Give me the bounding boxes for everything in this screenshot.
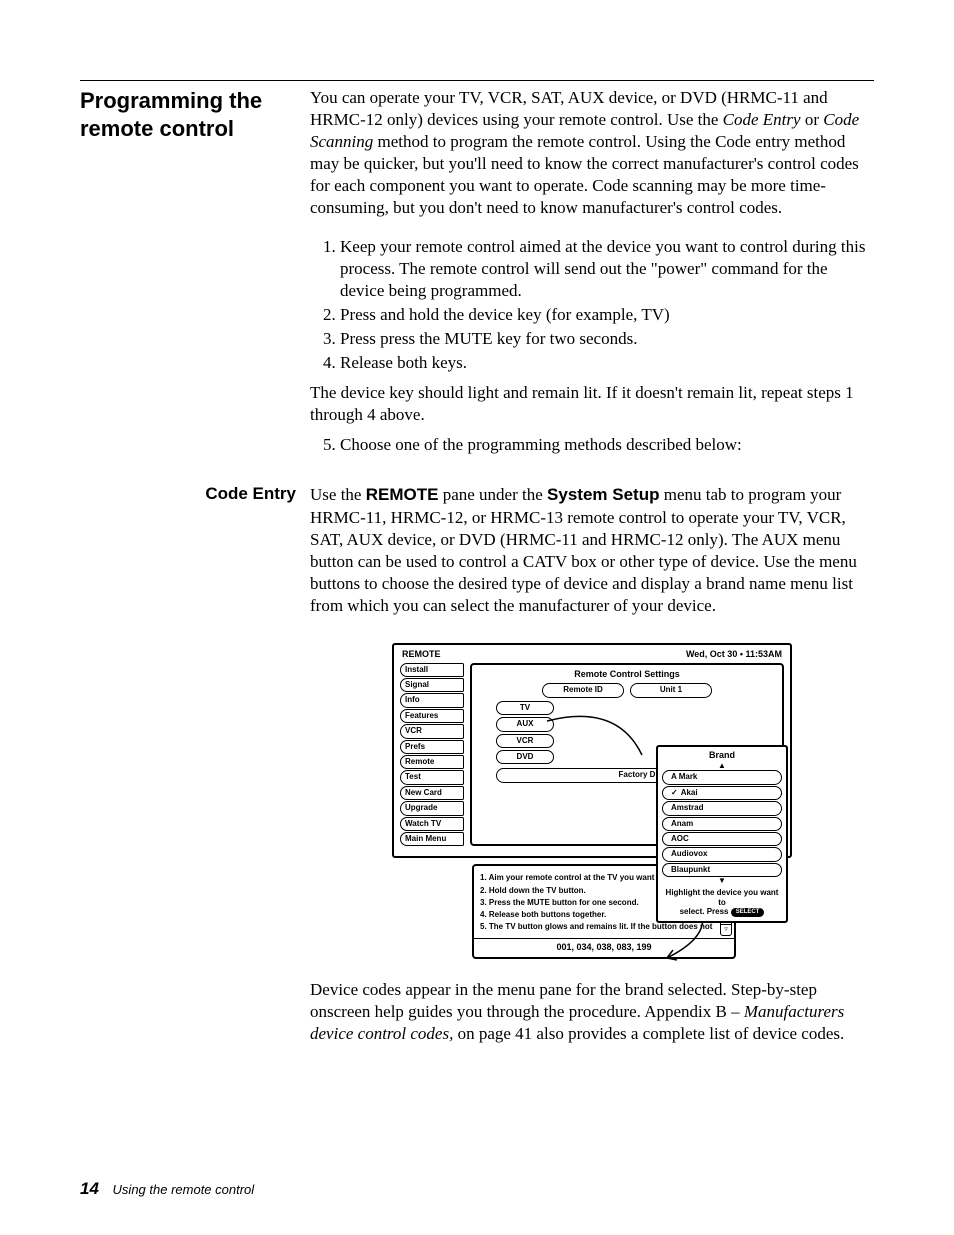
check-icon: ✓ <box>671 788 678 798</box>
brand-item[interactable]: Audiovox <box>662 847 782 861</box>
diagram-header-right: Wed, Oct 30 • 11:53AM <box>686 649 782 661</box>
remote-id-label: Remote ID <box>542 683 624 697</box>
ce-text: pane under the <box>438 485 547 504</box>
side-tab[interactable]: Prefs <box>400 740 464 754</box>
scroll-up-icon[interactable]: ▲ <box>662 763 782 769</box>
remote-id-value[interactable]: Unit 1 <box>630 683 712 697</box>
diagram-side-tabs: Install Signal Info Features VCR Prefs R… <box>400 663 464 847</box>
section-heading: Programming the remote control <box>80 87 300 142</box>
side-tab[interactable]: Features <box>400 709 464 723</box>
remote-setup-diagram: REMOTE Wed, Oct 30 • 11:53AM Install Sig… <box>310 643 874 959</box>
scroll-down-icon[interactable]: ▿ <box>721 924 731 935</box>
intro-paragraph: You can operate your TV, VCR, SAT, AUX d… <box>310 87 874 220</box>
brand-item[interactable]: Blaupunkt <box>662 863 782 877</box>
callout-arrow-icon <box>547 713 657 773</box>
code-entry-paragraph: Use the REMOTE pane under the System Set… <box>310 484 874 617</box>
ce-remote-label: REMOTE <box>366 485 439 504</box>
step-item: Press and hold the device key (for examp… <box>340 304 874 326</box>
side-tab[interactable]: Upgrade <box>400 801 464 815</box>
brand-panel-title: Brand <box>662 750 782 762</box>
side-tab[interactable]: Watch TV <box>400 817 464 831</box>
footer-chapter-title: Using the remote control <box>113 1182 255 1197</box>
side-tab[interactable]: Main Menu <box>400 832 464 846</box>
outro-text: Device codes appear in the menu pane for… <box>310 980 817 1021</box>
brand-help-text: Highlight the device you want to select.… <box>662 888 782 917</box>
steps-list-5: Choose one of the programming methods de… <box>310 434 874 456</box>
device-button-dvd[interactable]: DVD <box>496 750 554 764</box>
ce-text: Use the <box>310 485 366 504</box>
brand-item[interactable]: AOC <box>662 832 782 846</box>
diagram-pane-title: Remote Control Settings <box>476 669 778 681</box>
side-tab[interactable]: Test <box>400 770 464 784</box>
side-tab[interactable]: Info <box>400 693 464 707</box>
step-item: Choose one of the programming methods de… <box>340 434 874 456</box>
step-item: Press press the MUTE key for two seconds… <box>340 328 874 350</box>
brand-item[interactable]: Anam <box>662 817 782 831</box>
side-tab-selected[interactable]: Remote <box>400 755 464 769</box>
brand-item[interactable]: A Mark <box>662 770 782 784</box>
brand-item-selected[interactable]: ✓Akai <box>662 786 782 800</box>
scroll-down-icon[interactable]: ▼ <box>662 878 782 884</box>
step-item: Release both keys. <box>340 352 874 374</box>
device-button-tv[interactable]: TV <box>496 701 554 715</box>
intro-text: or <box>801 110 824 129</box>
side-tab[interactable]: Install <box>400 663 464 677</box>
side-tab[interactable]: New Card <box>400 786 464 800</box>
step-item: Keep your remote control aimed at the de… <box>340 236 874 302</box>
side-tab[interactable]: Signal <box>400 678 464 692</box>
device-button-aux[interactable]: AUX <box>496 717 554 731</box>
after-steps-text: The device key should light and remain l… <box>310 382 874 426</box>
section-block: Programming the remote control You can o… <box>80 80 874 1045</box>
steps-list-1-4: Keep your remote control aimed at the de… <box>310 236 874 375</box>
page-footer: 14 Using the remote control <box>80 1179 254 1199</box>
intro-text: method to program the remote control. Us… <box>310 132 859 217</box>
select-button-icon: SELECT <box>731 908 765 917</box>
page-number: 14 <box>80 1179 99 1198</box>
intro-code-entry: Code Entry <box>723 110 801 129</box>
code-entry-heading: Code Entry <box>80 484 296 504</box>
diagram-header-left: REMOTE <box>402 649 441 661</box>
ce-text: menu tab to program your HRMC-11, HRMC-1… <box>310 485 857 614</box>
brand-selection-panel: Brand ▲ A Mark ✓Akai Amstrad Anam AOC Au… <box>656 745 788 923</box>
outro-paragraph: Device codes appear in the menu pane for… <box>310 979 874 1045</box>
brand-item[interactable]: Amstrad <box>662 801 782 815</box>
side-tab[interactable]: VCR <box>400 724 464 738</box>
outro-text: on page 41 also provides a complete list… <box>453 1024 844 1043</box>
horizontal-rule <box>80 80 874 81</box>
ce-system-setup-label: System Setup <box>547 485 659 504</box>
device-button-vcr[interactable]: VCR <box>496 734 554 748</box>
